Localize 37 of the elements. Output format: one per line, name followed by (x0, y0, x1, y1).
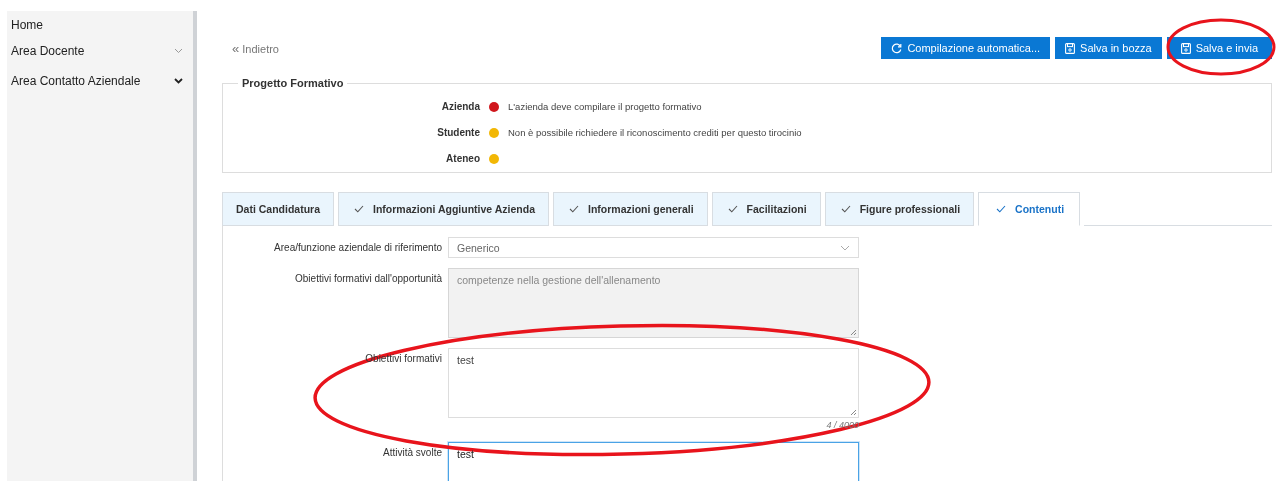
status-label: Ateneo (445, 152, 480, 164)
tab[interactable]: Informazioni generali (553, 192, 708, 226)
field-label: Attività svolte (383, 447, 442, 458)
text-area[interactable]: test (448, 442, 859, 481)
toolbar-button[interactable]: Salva in bozza (1055, 37, 1162, 59)
resize-grip-icon (850, 409, 857, 416)
tab[interactable]: Informazioni Aggiuntive Azienda (338, 192, 549, 226)
sidebar-item[interactable]: Home (7, 11, 193, 34)
tab[interactable]: Dati Candidatura (222, 192, 334, 226)
check-icon (354, 205, 364, 213)
tab[interactable]: Contenuti (978, 192, 1081, 226)
refresh-icon (891, 42, 903, 54)
chevron-down-icon (840, 244, 850, 251)
resize-grip-icon (850, 329, 857, 336)
text-area[interactable]: test (448, 348, 859, 418)
sidebar-item[interactable]: Area Docente (7, 34, 193, 64)
sidebar-item[interactable]: Area Contatto Aziendale (7, 64, 193, 94)
check-icon (840, 205, 851, 213)
status-message: L'azienda deve compilare il progetto formativo (508, 100, 702, 112)
toolbar-button[interactable]: Compilazione automatica... (881, 37, 1051, 59)
status-label: Azienda (440, 100, 480, 112)
check-icon (727, 205, 738, 213)
tab[interactable]: Figure professionali (824, 192, 975, 226)
field-label: Obiettivi formativi dall'opportunità (295, 273, 442, 284)
status-label: Studente (436, 126, 480, 138)
character-counter: 4 / 4000 (826, 420, 859, 430)
back-link[interactable]: « Indietro (222, 40, 279, 56)
status-message: Non è possibile richiedere il riconoscimento crediti per questo tirocinio (508, 126, 802, 138)
panel-title: Progetto Formativo (241, 77, 345, 89)
check-icon (996, 205, 1007, 213)
check-icon (569, 205, 579, 213)
toolbar-button[interactable]: Salva e invia (1166, 37, 1272, 59)
field-label: Area/funzione aziendale di riferimento (274, 242, 442, 253)
select-field[interactable]: Generico (448, 237, 859, 258)
save-icon (1065, 42, 1076, 54)
tab[interactable]: Facilitazioni (711, 192, 821, 226)
save-icon (1180, 42, 1191, 54)
